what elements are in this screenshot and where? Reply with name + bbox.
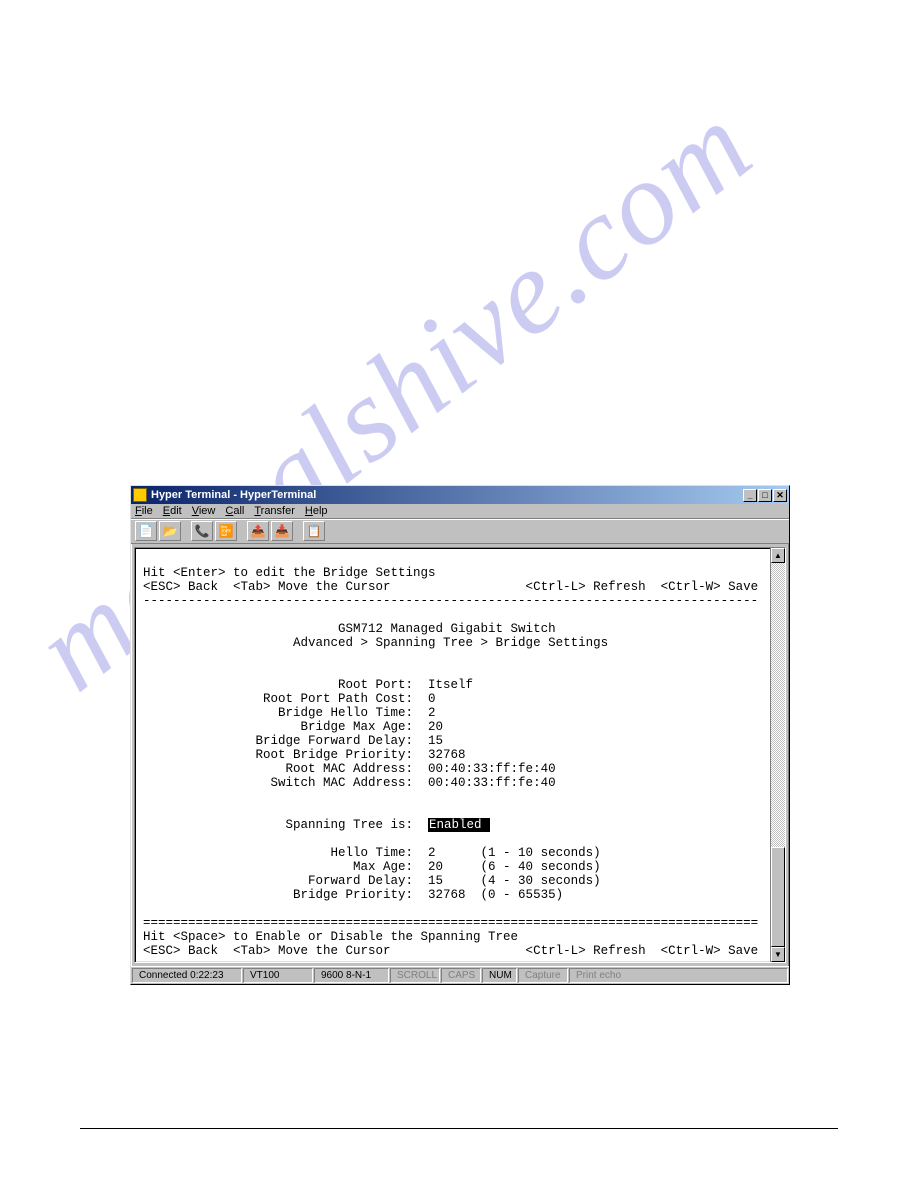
tb-new-icon[interactable]: 📄 — [135, 521, 157, 541]
status-printecho: Print echo — [569, 968, 788, 983]
toolbar: 📄 📂 📞 📴 📤 📥 📋 — [131, 519, 789, 544]
menu-call[interactable]: Call — [225, 505, 244, 517]
window-title: Hyper Terminal - HyperTerminal — [151, 489, 743, 501]
status-connected: Connected 0:22:23 — [132, 968, 242, 983]
status-num: NUM — [482, 968, 517, 983]
menu-view[interactable]: View — [192, 505, 216, 517]
scroll-track[interactable] — [771, 563, 785, 947]
titlebar: Hyper Terminal - HyperTerminal _ □ ✕ — [131, 486, 789, 504]
tb-send-icon[interactable]: 📤 — [247, 521, 269, 541]
vertical-scrollbar[interactable]: ▲ ▼ — [770, 548, 785, 962]
app-icon — [133, 488, 147, 502]
menu-edit[interactable]: Edit — [163, 505, 182, 517]
menu-help[interactable]: Help — [305, 505, 328, 517]
tb-receive-icon[interactable]: 📥 — [271, 521, 293, 541]
menubar: File Edit View Call Transfer Help — [131, 504, 789, 519]
menu-file[interactable]: File — [135, 505, 153, 517]
status-params: 9600 8-N-1 — [314, 968, 389, 983]
spanning-tree-value[interactable]: Enabled — [428, 818, 490, 832]
tb-open-icon[interactable]: 📂 — [159, 521, 181, 541]
client-area: Hit <Enter> to edit the Bridge Settings … — [134, 547, 786, 963]
close-button[interactable]: ✕ — [773, 489, 787, 502]
statusbar: Connected 0:22:23 VT100 9600 8-N-1 SCROL… — [131, 966, 789, 984]
scroll-thumb[interactable] — [771, 847, 785, 947]
hyperterminal-window: Hyper Terminal - HyperTerminal _ □ ✕ Fil… — [130, 485, 790, 985]
maximize-button[interactable]: □ — [758, 489, 772, 502]
scroll-down-button[interactable]: ▼ — [771, 947, 785, 962]
terminal-output[interactable]: Hit <Enter> to edit the Bridge Settings … — [135, 548, 785, 962]
minimize-button[interactable]: _ — [743, 489, 757, 502]
tb-connect-icon[interactable]: 📞 — [191, 521, 213, 541]
status-caps: CAPS — [441, 968, 481, 983]
tb-disconnect-icon[interactable]: 📴 — [215, 521, 237, 541]
menu-transfer[interactable]: Transfer — [254, 505, 295, 517]
tb-properties-icon[interactable]: 📋 — [303, 521, 325, 541]
status-emulation: VT100 — [243, 968, 313, 983]
page-footer-separator — [80, 1128, 838, 1129]
scroll-up-button[interactable]: ▲ — [771, 548, 785, 563]
status-scroll: SCROLL — [390, 968, 440, 983]
status-capture: Capture — [518, 968, 568, 983]
